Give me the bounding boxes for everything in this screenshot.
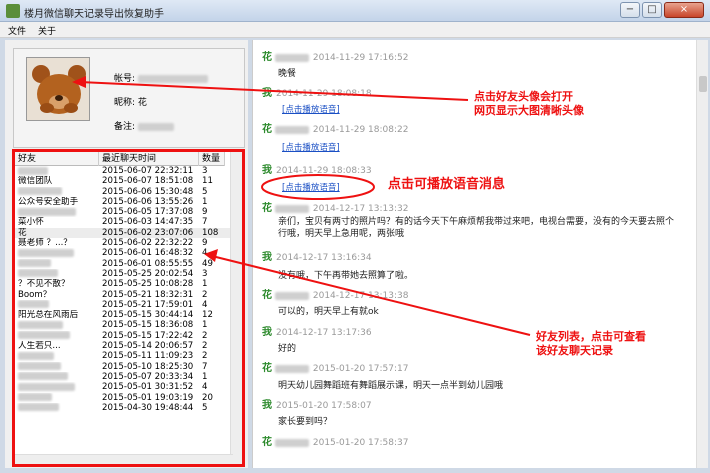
avatar-annotation: 点击好友头像会打开 网页显示大图清晰头像 [474,90,584,117]
avatar-arrowhead [72,76,86,88]
list-annotation: 好友列表，点击可查看 该好友聊天记录 [536,330,646,357]
annotation-overlay [72,76,531,336]
voice-annotation: 点击可播放语音消息 [388,177,506,192]
list-arrow [211,255,531,336]
list-arrowhead [204,249,218,262]
voice-highlight-ellipse [261,174,375,200]
avatar-arrow [79,81,469,101]
